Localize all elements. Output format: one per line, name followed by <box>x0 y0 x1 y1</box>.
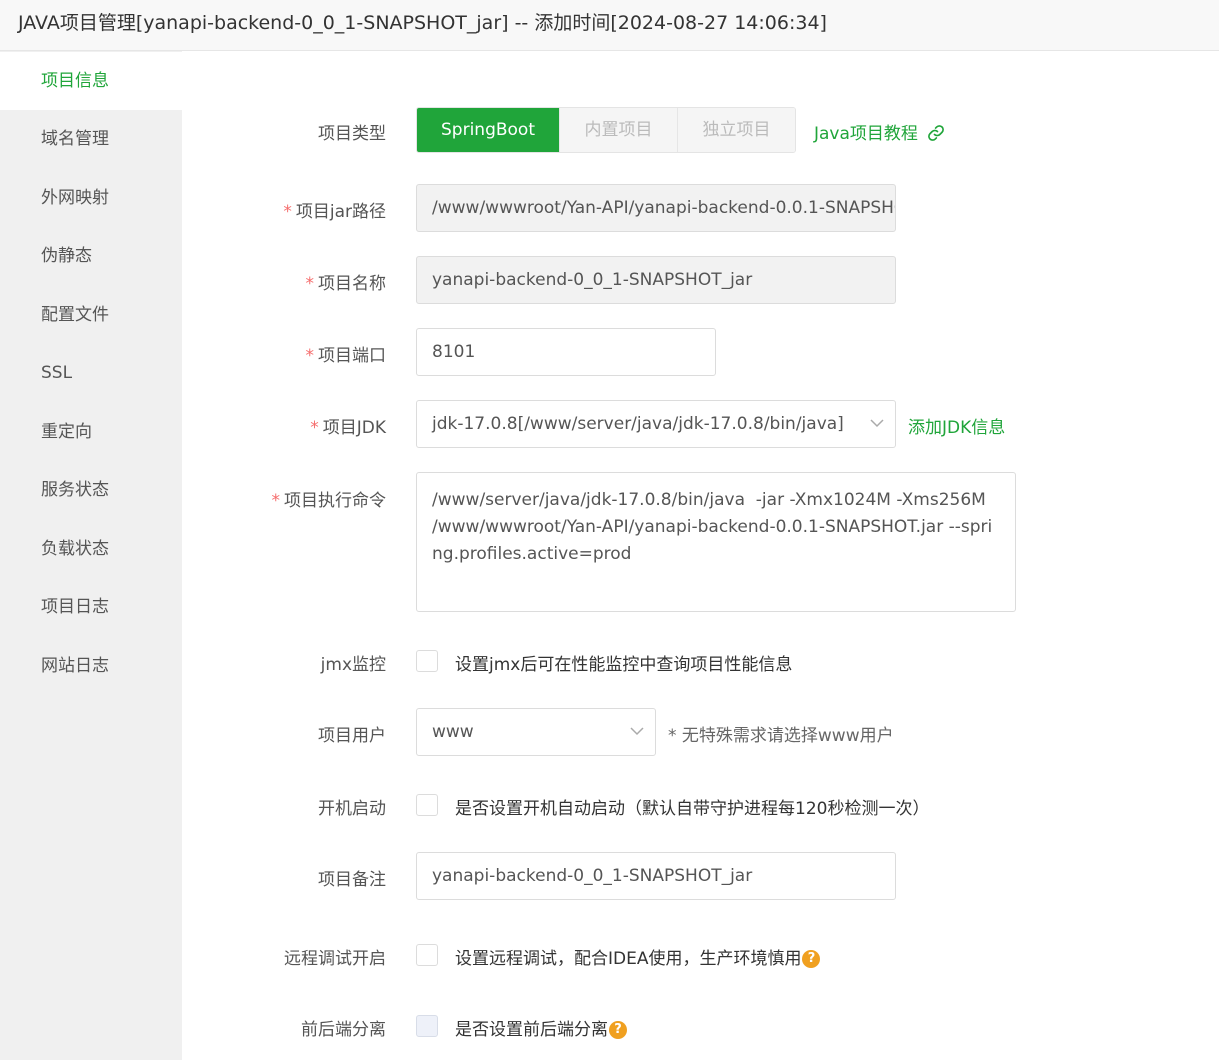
project-port-label: * 项目端口 <box>305 346 387 366</box>
sidebar-item-load-status[interactable]: 负载状态 <box>0 520 182 578</box>
jar-path-input[interactable]: /www/wwwroot/Yan-API/yanapi-backend-0.0.… <box>416 184 896 232</box>
window-titlebar: JAVA项目管理[yanapi-backend-0_0_1-SNAPSHOT_j… <box>0 0 1219 51</box>
sidebar-item-project-info[interactable]: 项目信息 <box>0 52 182 110</box>
sidebar-item-config-file[interactable]: 配置文件 <box>0 286 182 344</box>
project-type-springboot[interactable]: SpringBoot <box>417 108 559 152</box>
project-user-hint: * 无特殊需求请选择www用户 <box>668 726 894 746</box>
frontend-separation-label: 前后端分离 <box>301 1020 386 1040</box>
project-user-select[interactable]: www <box>416 708 656 756</box>
exec-command-label: * 项目执行命令 <box>271 491 387 511</box>
sidebar-item-external-mapping[interactable]: 外网映射 <box>0 169 182 227</box>
sidebar-item-service-status[interactable]: 服务状态 <box>0 461 182 519</box>
project-type-standalone[interactable]: 独立项目 <box>677 108 795 152</box>
remark-label: 项目备注 <box>318 870 386 890</box>
project-type-builtin[interactable]: 内置项目 <box>559 108 677 152</box>
exec-command-textarea[interactable]: /www/server/java/jdk-17.0.8/bin/java -ja… <box>416 472 1016 612</box>
sidebar-item-redirect[interactable]: 重定向 <box>0 403 182 461</box>
jmx-label: jmx监控 <box>320 655 386 675</box>
remote-debug-checkbox[interactable] <box>416 944 438 966</box>
auto-start-checkbox-text: 是否设置开机自动启动（默认自带守护进程每120秒检测一次） <box>455 799 930 819</box>
remote-debug-checkbox-text: 设置远程调试，配合IDEA使用，生产环境慎用? <box>455 944 821 969</box>
remote-debug-label: 远程调试开启 <box>284 949 386 969</box>
sidebar-item-site-log[interactable]: 网站日志 <box>0 637 182 695</box>
project-jdk-label: * 项目JDK <box>310 418 386 438</box>
help-icon[interactable]: ? <box>802 950 821 968</box>
sidebar-item-rewrite[interactable]: 伪静态 <box>0 227 182 285</box>
sidebar-item-domain-management[interactable]: 域名管理 <box>0 110 182 168</box>
add-jdk-link[interactable]: 添加JDK信息 <box>908 413 1005 438</box>
project-user-label: 项目用户 <box>318 726 386 746</box>
sidebar-item-ssl[interactable]: SSL <box>0 344 182 402</box>
project-port-input[interactable]: 8101 <box>416 328 716 376</box>
jmx-checkbox-text: 设置jmx后可在性能监控中查询项目性能信息 <box>455 655 793 675</box>
project-name-label: * 项目名称 <box>305 274 387 294</box>
auto-start-checkbox[interactable] <box>416 794 438 816</box>
project-type-label: 项目类型 <box>318 124 386 144</box>
jar-path-label: * 项目jar路径 <box>283 202 386 222</box>
project-type-segmented: SpringBoot 内置项目 独立项目 <box>416 107 796 153</box>
chevron-down-icon <box>630 727 644 736</box>
remark-input[interactable]: yanapi-backend-0_0_1-SNAPSHOT_jar <box>416 852 896 900</box>
java-tutorial-link[interactable]: Java项目教程 <box>814 119 945 144</box>
chevron-down-icon <box>870 419 884 428</box>
jmx-checkbox[interactable] <box>416 650 438 672</box>
auto-start-label: 开机启动 <box>318 799 386 819</box>
help-icon[interactable]: ? <box>609 1021 627 1039</box>
window-title: JAVA项目管理[yanapi-backend-0_0_1-SNAPSHOT_j… <box>18 12 827 34</box>
frontend-separation-checkbox[interactable] <box>416 1015 438 1037</box>
frontend-separation-checkbox-text: 是否设置前后端分离? <box>455 1015 627 1040</box>
sidebar: 项目信息 域名管理 外网映射 伪静态 配置文件 SSL 重定向 服务状态 负载状… <box>0 51 182 1060</box>
sidebar-item-project-log[interactable]: 项目日志 <box>0 578 182 636</box>
project-name-input[interactable]: yanapi-backend-0_0_1-SNAPSHOT_jar <box>416 256 896 304</box>
external-link-icon <box>928 125 945 141</box>
project-jdk-select[interactable]: jdk-17.0.8[/www/server/java/jdk-17.0.8/b… <box>416 400 896 448</box>
